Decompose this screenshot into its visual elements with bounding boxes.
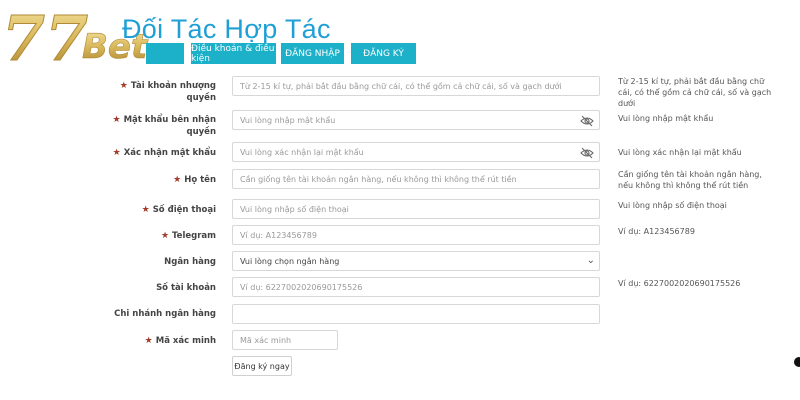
confirm-password-hint: Vui lòng xác nhận lại mật khẩu: [618, 148, 742, 157]
required-star-icon: ★: [144, 336, 153, 346]
eye-slash-icon[interactable]: [580, 115, 594, 127]
telegram-label: ★ Telegram: [160, 231, 216, 241]
required-star-icon: ★: [173, 175, 182, 185]
franchise-account-input[interactable]: Từ 2-15 kí tự, phải bắt đầu bằng chữ cái…: [232, 76, 600, 96]
full-name-label: ★ Họ tên: [173, 175, 216, 185]
bank-branch-label: Chi nhánh ngân hàng: [114, 309, 216, 319]
required-star-icon: ★: [160, 231, 170, 241]
required-star-icon: ★: [112, 148, 121, 158]
page-title: Đối Tác Hợp Tác: [122, 14, 331, 44]
required-star-icon: ★: [119, 81, 128, 91]
full-name-input[interactable]: Cần giống tên tài khoản ngân hàng, nếu k…: [232, 169, 600, 189]
bank-label: Ngân hàng: [164, 257, 216, 267]
nav-home-button[interactable]: [146, 43, 184, 64]
account-number-hint: Ví dụ: 6227002020690175526: [618, 279, 741, 288]
register-now-button[interactable]: Đăng ký ngay: [232, 356, 292, 376]
bank-branch-input[interactable]: [232, 304, 600, 324]
verification-code-input[interactable]: Mã xác minh: [232, 330, 338, 350]
required-star-icon: ★: [141, 205, 150, 215]
bank-select[interactable]: Vui lòng chọn ngân hàng ⌄: [232, 251, 600, 271]
confirm-password-label: ★ Xác nhận mật khẩu: [112, 148, 216, 158]
phone-hint: Vui lòng nhập số điện thoại: [618, 201, 727, 210]
svg-text:77: 77: [2, 2, 88, 72]
required-star-icon: ★: [112, 115, 121, 125]
franchise-account-label: ★ Tài khoản nhượng quyền: [119, 81, 216, 103]
telegram-hint: Ví dụ: A123456789: [618, 227, 695, 236]
telegram-input[interactable]: Ví dụ: A123456789: [232, 225, 600, 245]
scroll-indicator: [794, 357, 800, 367]
chevron-down-icon[interactable]: ⌄: [587, 255, 595, 266]
account-number-input[interactable]: Ví dụ: 6227002020690175526: [232, 277, 600, 297]
full-name-hint: Cần giống tên tài khoản ngân hàng, nếu k…: [618, 170, 762, 190]
password-input[interactable]: Vui lòng nhập mật khẩu: [232, 110, 600, 130]
eye-slash-icon[interactable]: [580, 147, 594, 159]
phone-input[interactable]: Vui lòng nhập số điện thoại: [232, 199, 600, 219]
verification-code-label: ★ Mã xác minh: [144, 336, 216, 346]
password-hint: Vui lòng nhập mật khẩu: [618, 114, 714, 123]
nav-terms-button[interactable]: Điều khoản & điều kiện: [191, 43, 276, 64]
password-label: ★ Mật khẩu bên nhận quyền: [112, 115, 217, 137]
nav-register-button[interactable]: ĐĂNG KÝ: [351, 43, 416, 64]
account-number-label: Số tài khoản: [156, 283, 216, 293]
confirm-password-input[interactable]: Vui lòng xác nhận lại mật khẩu: [232, 142, 600, 162]
phone-label: ★ Số điện thoại: [141, 205, 216, 215]
nav-login-button[interactable]: ĐĂNG NHẬP: [281, 43, 344, 64]
franchise-account-hint: Từ 2-15 kí tự, phải bắt đầu bằng chữ cái…: [618, 77, 772, 108]
